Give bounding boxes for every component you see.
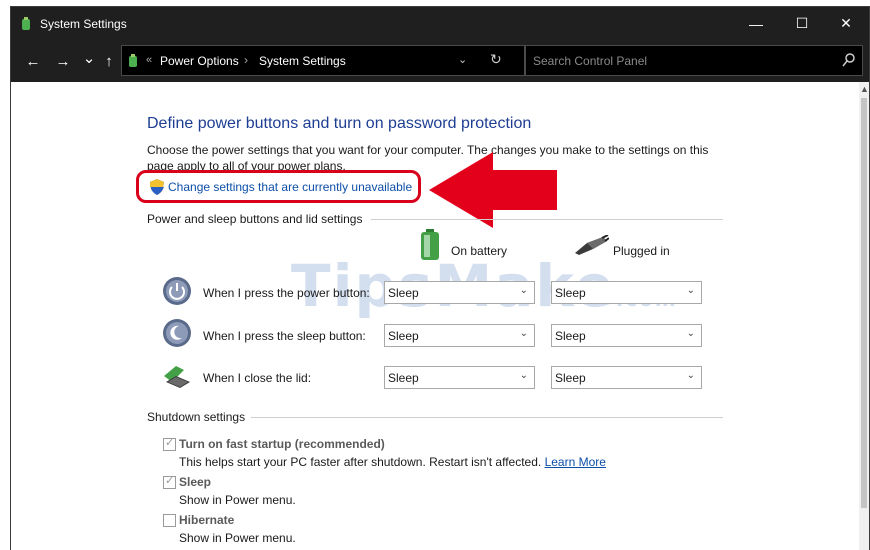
fast-startup-title: Turn on fast startup (recommended) — [179, 437, 385, 451]
system-settings-window: System Settings — ☐ ✕ ← → ⌄ ↑ « Power Op… — [10, 6, 870, 550]
sleep-checkbox[interactable] — [163, 474, 176, 489]
address-bar: ← → ⌄ ↑ « Power Options › System Setting… — [11, 40, 869, 82]
control-panel-icon — [22, 17, 30, 30]
chevron-down-icon: ⌄ — [686, 328, 695, 339]
change-settings-link[interactable]: Change settings that are currently unava… — [168, 180, 412, 194]
power-button-label: When I press the power button: — [203, 286, 370, 300]
select-value: Sleep — [555, 371, 586, 385]
vertical-scrollbar[interactable]: ▲ — [859, 82, 869, 550]
sleep-option-desc: Show in Power menu. — [179, 493, 296, 507]
select-value: Sleep — [555, 286, 586, 300]
address-dropdown-icon[interactable]: ⌄ — [458, 53, 467, 66]
on-battery-header: On battery — [451, 244, 508, 258]
power-section-divider — [371, 219, 723, 220]
select-value: Sleep — [388, 286, 419, 300]
close-lid-battery-select[interactable]: Sleep ⌄ — [384, 366, 535, 389]
sleep-button-icon — [163, 319, 191, 347]
plug-icon — [575, 235, 609, 255]
fast-startup-desc-text: This helps start your PC faster after sh… — [179, 455, 542, 469]
plugged-in-header: Plugged in — [613, 244, 670, 258]
control-panel-icon — [129, 54, 137, 67]
select-value: Sleep — [388, 371, 419, 385]
back-button[interactable]: ← — [23, 52, 43, 72]
main-content: Define power buttons and turn on passwor… — [11, 82, 859, 550]
select-value: Sleep — [555, 329, 586, 343]
search-placeholder: Search Control Panel — [533, 54, 648, 68]
title-bar: System Settings — ☐ ✕ — [11, 7, 869, 40]
chevron-down-icon: ⌄ — [686, 370, 695, 381]
close-button[interactable]: ✕ — [823, 7, 869, 40]
search-input[interactable]: Search Control Panel — [525, 45, 863, 76]
battery-icon — [421, 229, 439, 260]
learn-more-link[interactable]: Learn More — [545, 455, 606, 469]
select-value: Sleep — [388, 329, 419, 343]
shutdown-section-label: Shutdown settings — [147, 410, 252, 424]
refresh-icon[interactable]: ↻ — [490, 51, 502, 68]
power-button-plugged-select[interactable]: Sleep ⌄ — [551, 281, 702, 304]
fast-startup-desc: This helps start your PC faster after sh… — [179, 455, 606, 469]
close-lid-plugged-select[interactable]: Sleep ⌄ — [551, 366, 702, 389]
address-field[interactable]: « Power Options › System Settings ⌄ ↻ — [121, 45, 525, 76]
power-button-battery-select[interactable]: Sleep ⌄ — [384, 281, 535, 304]
search-icon[interactable] — [842, 52, 856, 68]
power-section-label: Power and sleep buttons and lid settings — [147, 212, 369, 226]
fast-startup-checkbox[interactable] — [163, 436, 176, 451]
hibernate-option-title: Hibernate — [179, 513, 235, 527]
laptop-lid-icon — [164, 366, 190, 388]
breadcrumb-separator[interactable]: › — [244, 53, 248, 67]
sleep-button-label: When I press the sleep button: — [203, 329, 366, 343]
sleep-button-battery-select[interactable]: Sleep ⌄ — [384, 324, 535, 347]
shutdown-section-divider — [251, 417, 723, 418]
red-arrow-annotation — [429, 152, 557, 228]
close-lid-label: When I close the lid: — [203, 371, 312, 385]
recent-locations-button[interactable]: ⌄ — [79, 49, 99, 69]
scrollbar-thumb[interactable] — [861, 98, 867, 508]
hibernate-option-desc: Show in Power menu. — [179, 531, 296, 545]
up-button[interactable]: ↑ — [99, 52, 119, 72]
page-title: Define power buttons and turn on passwor… — [147, 115, 532, 132]
breadcrumb-power-options[interactable]: Power Options — [160, 54, 239, 68]
sleep-option-title: Sleep — [179, 475, 212, 489]
chevron-down-icon: ⌄ — [519, 285, 528, 296]
uac-shield-icon — [150, 179, 164, 195]
chevron-down-icon: ⌄ — [519, 370, 528, 381]
change-settings-highlight: Change settings that are currently unava… — [136, 170, 421, 203]
hibernate-checkbox[interactable] — [163, 514, 176, 527]
overflow-chevron[interactable]: « — [146, 54, 152, 66]
chevron-down-icon: ⌄ — [686, 285, 695, 296]
power-button-icon — [163, 277, 191, 305]
chevron-down-icon: ⌄ — [519, 328, 528, 339]
breadcrumb-system-settings[interactable]: System Settings — [259, 54, 346, 68]
scroll-up-icon[interactable]: ▲ — [860, 84, 869, 94]
window-title: System Settings — [40, 17, 127, 31]
sleep-button-plugged-select[interactable]: Sleep ⌄ — [551, 324, 702, 347]
maximize-button[interactable]: ☐ — [779, 7, 825, 40]
forward-button[interactable]: → — [53, 52, 73, 72]
minimize-button[interactable]: — — [733, 7, 779, 40]
